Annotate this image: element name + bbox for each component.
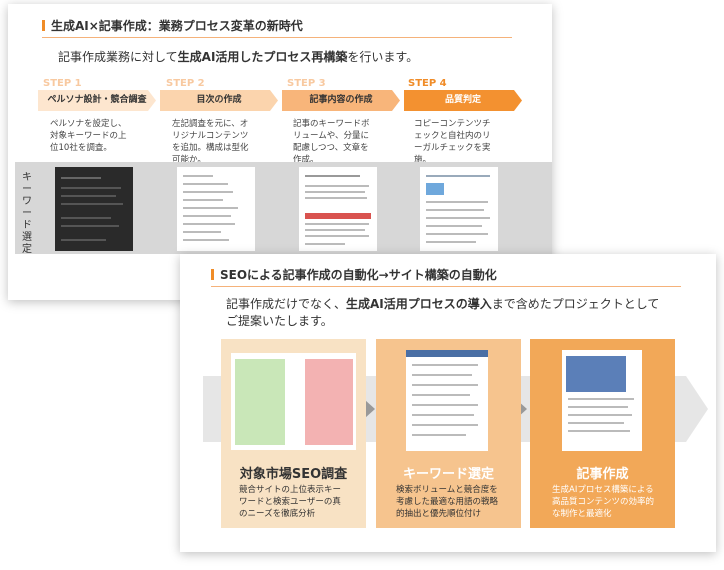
keyword-row-label: キーワード選定: [22, 172, 32, 255]
box1-desc: 競合サイトの上位表示キーワードと検索ユーザーの真のニーズを徹底分析: [239, 485, 342, 519]
box-article-creation: 記事作成 生成AIプロセス構築による高品質コンテンツの効率的な制作と最適化: [530, 339, 675, 528]
thumb-search-results: [55, 167, 133, 251]
slide1-lead-prefix: 記事作成業務に対して: [58, 50, 178, 64]
slide1-lead: 記事作成業務に対して生成AI活用したプロセス再構築を行います。: [58, 48, 418, 65]
step-1-desc: ペルソナを設定し、対象キーワードの上位10社を調査。: [50, 119, 127, 153]
checklist-image: [406, 350, 488, 451]
step-3-label: STEP 3: [287, 78, 326, 89]
slide2-title-underline: [211, 286, 681, 287]
step-4-desc: コピーコンテンツチェックと自社内のリーガルチェックを実施。: [414, 119, 491, 165]
slide2-lead-bold: 生成AI活用プロセスの導入: [346, 297, 492, 311]
box-seo-research: 対象市場SEO調査 競合サイトの上位表示キーワードと検索ユーザーの真のニーズを徹…: [221, 339, 366, 528]
thumb-quality-check: [420, 167, 498, 251]
step-1-label: STEP 1: [43, 78, 82, 89]
step-2-bar: 目次の作成: [160, 90, 278, 111]
slide2-lead-line2: ご提案いたします。: [226, 314, 333, 328]
slide2-title: SEOによる記事作成の自動化→サイト構築の自動化: [211, 266, 497, 283]
slide1-lead-suffix: を行います。: [347, 50, 419, 64]
step-2-label: STEP 2: [166, 78, 205, 89]
step-3-bar: 記事内容の作成: [282, 90, 400, 111]
step-1-bar: ペルソナ設計・競合調査: [38, 90, 156, 111]
slide2-lead: 記事作成だけでなく、生成AI活用プロセスの導入まで含めたプロジェクトとして: [226, 295, 659, 312]
slide1-lead-bold: 生成AI活用したプロセス再構築: [177, 50, 348, 64]
box2-desc: 検索ボリュームと競合度を考慮した最適な用語の戦略的抽出と優先順位付け: [396, 485, 499, 519]
step-3-desc: 記事のキーワードボリュームや、分量に配慮しつつ、文章を作成。: [293, 119, 370, 165]
box1-title: 対象市場SEO調査: [239, 467, 348, 482]
slide1-title: 生成AI×記事作成：業務プロセス変革の新時代: [42, 17, 303, 34]
slide2-lead-prefix: 記事作成だけでなく、: [226, 297, 347, 311]
thumb-article-draft: [299, 167, 377, 251]
box3-title: 記事作成: [576, 467, 629, 482]
slide2-lead-suffix: まで含めたプロジェクトとして: [491, 297, 660, 311]
step-4-bar: 品質判定: [404, 90, 522, 111]
step-2-desc: 左記調査を元に、オリジナルコンテンツを追加。構成は型化可能か。: [172, 119, 249, 165]
article-page-image: [562, 350, 642, 451]
thumb-outline: [177, 167, 255, 251]
slide1-title-underline: [42, 37, 512, 38]
box3-desc: 生成AIプロセス構築による高品質コンテンツの効率的な制作と最適化: [552, 485, 655, 519]
box-keyword-selection: キーワード選定 検索ボリュームと競合度を考慮した最適な用語の戦略的抽出と優先順位…: [376, 339, 521, 528]
box2-title: キーワード選定: [402, 467, 494, 482]
step-4-label: STEP 4: [408, 78, 447, 89]
spreadsheet-image: [231, 353, 356, 450]
